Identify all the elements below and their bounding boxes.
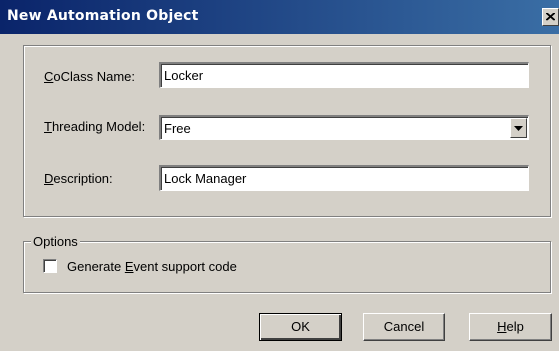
threading-model-select[interactable]: Free <box>159 115 529 140</box>
coclass-name-label: CoClass Name: <box>44 69 136 84</box>
title-bar[interactable]: New Automation Object <box>0 0 559 34</box>
chevron-down-icon <box>514 126 523 131</box>
threading-model-value: Free <box>164 121 191 136</box>
coclass-name-input[interactable]: Locker <box>159 62 529 88</box>
event-support-label[interactable]: Generate Event support code <box>67 259 237 274</box>
ok-button[interactable]: OK <box>259 313 342 341</box>
close-icon <box>546 13 555 21</box>
description-input[interactable]: Lock Manager <box>159 165 529 191</box>
dropdown-button[interactable] <box>510 118 527 138</box>
event-support-checkbox[interactable] <box>43 259 57 273</box>
cancel-button[interactable]: Cancel <box>363 313 445 341</box>
description-label: Description: <box>44 171 113 186</box>
close-button[interactable] <box>542 8 559 26</box>
threading-model-label: Threading Model: <box>44 119 146 134</box>
help-button[interactable]: Help <box>469 313 552 341</box>
options-legend: Options <box>31 234 80 249</box>
window-title: New Automation Object <box>7 8 199 24</box>
